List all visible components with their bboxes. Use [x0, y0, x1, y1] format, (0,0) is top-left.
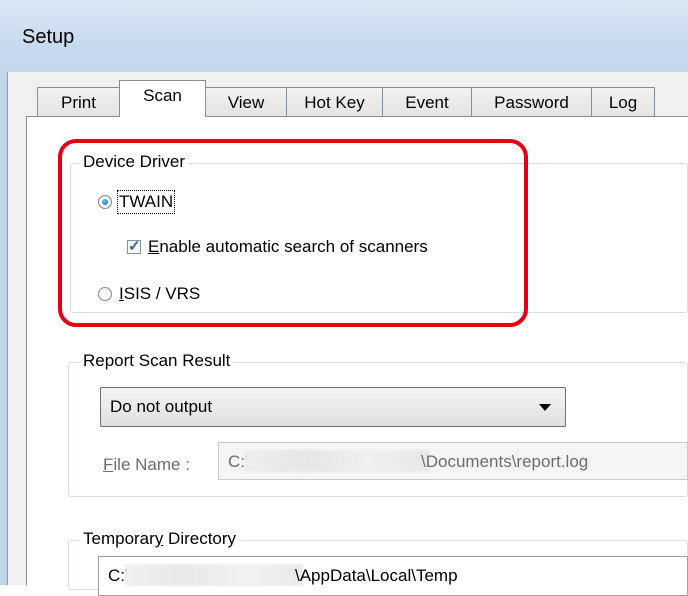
tab-password[interactable]: Password — [471, 87, 592, 117]
tab-event-label: Event — [405, 93, 449, 112]
file-name-label-text: ile Name : — [113, 455, 190, 474]
tab-scan-label: Scan — [143, 86, 182, 105]
tab-print-label: Print — [61, 93, 96, 112]
redacted-username-blur — [125, 564, 303, 586]
window-frame-left — [0, 78, 7, 585]
tab-password-label: Password — [494, 93, 569, 112]
tab-view[interactable]: View — [205, 87, 287, 117]
tab-print[interactable]: Print — [37, 87, 120, 117]
file-name-mnemonic: F — [103, 455, 114, 474]
file-name-label: File Name : — [103, 455, 190, 475]
red-highlight-annotation — [58, 139, 528, 327]
temporary-directory-group-label: Temporary Directory — [80, 529, 240, 549]
tab-hot-key-label: Hot Key — [304, 93, 365, 112]
tab-scan[interactable]: Scan — [119, 80, 206, 117]
tab-hot-key[interactable]: Hot Key — [286, 87, 383, 117]
tab-log-label: Log — [608, 93, 638, 112]
redacted-username-blur — [245, 450, 430, 472]
tab-log[interactable]: Log — [591, 87, 655, 117]
temporary-directory-field[interactable]: C:\ \AppData\Local\Temp — [98, 556, 688, 596]
window-frame-inner-edge — [7, 72, 8, 585]
report-scan-result-group-label: Report Scan Result — [80, 351, 234, 371]
chevron-down-icon — [539, 404, 551, 411]
report-output-dropdown[interactable]: Do not output — [100, 387, 566, 427]
temp-dir-label-part-b: Directory — [163, 529, 237, 548]
tab-view-label: View — [227, 93, 265, 112]
window-title: Setup — [22, 26, 75, 48]
report-output-value: Do not output — [110, 397, 213, 416]
file-name-field[interactable]: C:\ \Documents\report.log — [218, 442, 688, 480]
tab-event[interactable]: Event — [382, 87, 472, 117]
file-name-suffix: \Documents\report.log — [421, 452, 589, 471]
temp-dir-suffix: \AppData\Local\Temp — [295, 566, 458, 585]
temp-dir-label-part-a: Temporar — [83, 529, 155, 548]
title-bar[interactable]: Setup — [0, 0, 688, 78]
